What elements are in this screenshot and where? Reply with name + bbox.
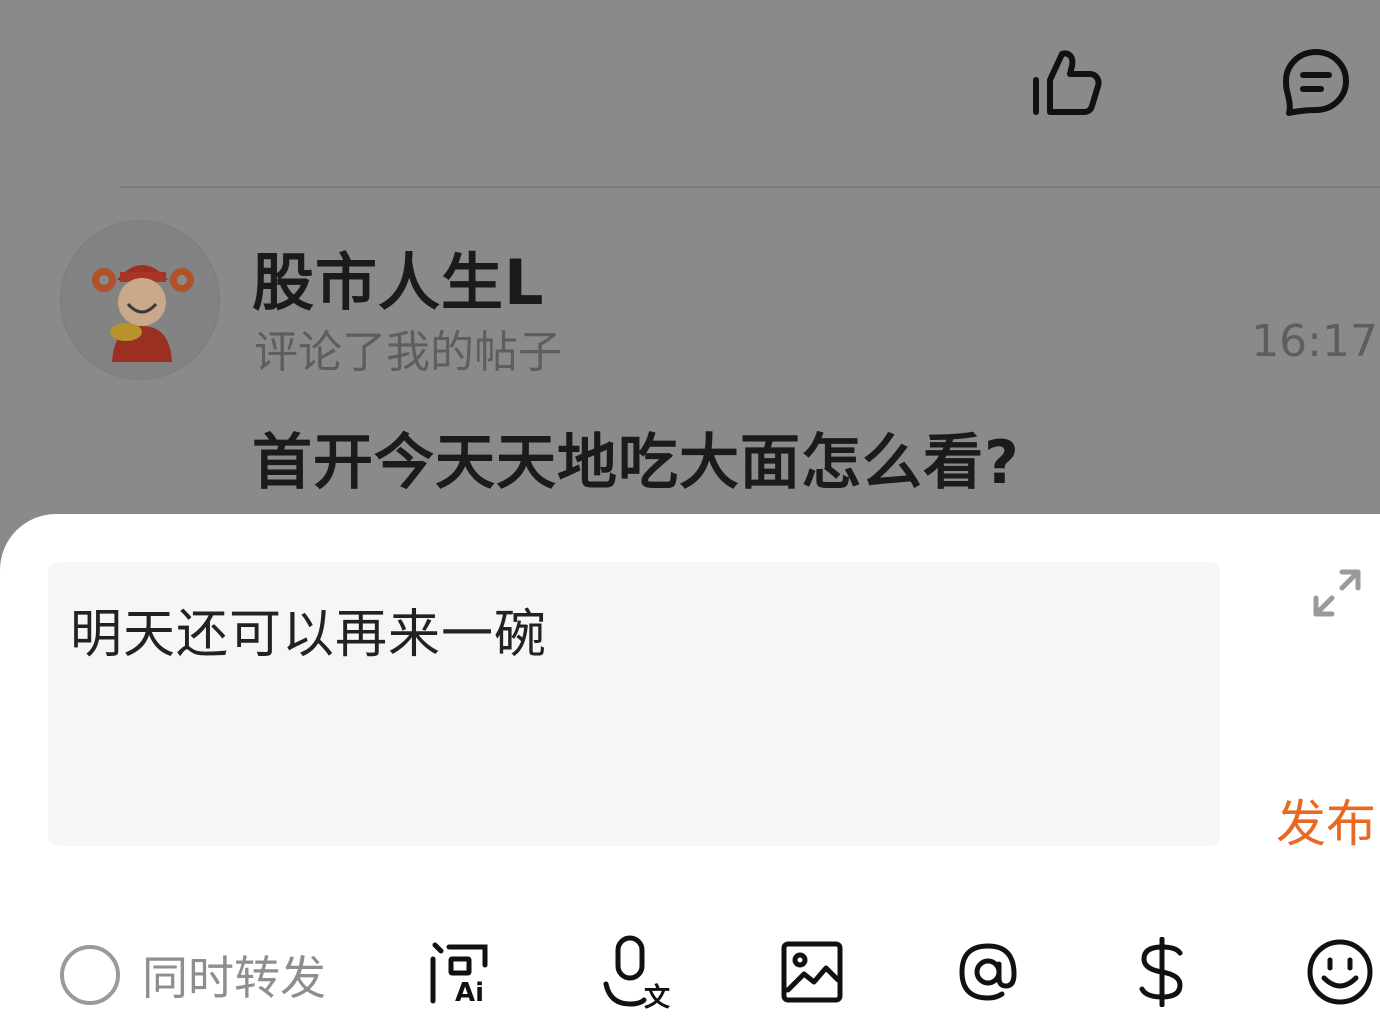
timestamp: 16:17 [1251, 316, 1378, 367]
svg-text:文: 文 [644, 982, 671, 1010]
mention-button[interactable] [950, 934, 1026, 1010]
post-title[interactable]: 首开今天天地吃大面怎么看? [252, 414, 1020, 501]
at-icon [956, 940, 1020, 1004]
post-actions [0, 40, 1380, 130]
repost-radio[interactable] [60, 945, 120, 1005]
repost-toggle[interactable]: 同时转发 [60, 942, 326, 1008]
reply-toolbar: 同时转发 Ai 文 [0, 934, 1380, 1014]
notification-action: 评论了我的帖子 [254, 327, 562, 378]
expand-button[interactable] [1310, 566, 1364, 620]
post-background: 股市人生L 评论了我的帖子 16:17 首开今天天地吃大面怎么看? [0, 0, 1380, 540]
like-button[interactable] [1024, 40, 1108, 124]
divider [120, 186, 1380, 188]
ai-question-button[interactable]: Ai [422, 934, 498, 1010]
voice-translate-icon: 文 [600, 934, 676, 1010]
image-button[interactable] [774, 934, 850, 1010]
avatar[interactable] [60, 220, 220, 380]
publish-button[interactable]: 发布 [1276, 784, 1376, 856]
dollar-icon [1134, 937, 1190, 1007]
thumbs-up-icon [1030, 46, 1102, 118]
reply-input[interactable]: 明天还可以再来一碗 [48, 562, 1220, 846]
stock-button[interactable] [1124, 934, 1200, 1010]
ai-question-icon: Ai [425, 937, 495, 1007]
comment-button[interactable] [1274, 40, 1358, 124]
comment-notification[interactable]: 股市人生L 评论了我的帖子 16:17 首开今天天地吃大面怎么看? [0, 210, 1380, 510]
username[interactable]: 股市人生L [252, 232, 545, 322]
reply-input-text[interactable]: 明天还可以再来一碗 [70, 592, 547, 667]
image-icon [780, 940, 844, 1004]
chat-bubble-icon [1281, 47, 1351, 117]
expand-icon [1310, 566, 1364, 620]
repost-label: 同时转发 [142, 951, 326, 1005]
emoji-button[interactable] [1302, 934, 1378, 1010]
reply-sheet: 明天还可以再来一碗 发布 同时转发 Ai 文 [0, 514, 1380, 1032]
emoji-icon [1306, 938, 1374, 1006]
svg-text:Ai: Ai [455, 978, 484, 1007]
voice-translate-button[interactable]: 文 [600, 934, 676, 1010]
